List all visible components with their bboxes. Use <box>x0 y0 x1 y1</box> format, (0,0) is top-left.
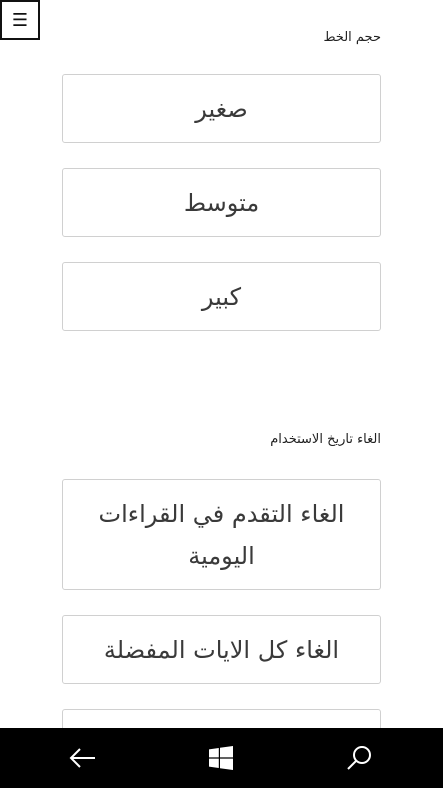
font-small-label: صغير <box>195 94 248 123</box>
menu-glyph: ☰ <box>11 9 29 31</box>
system-taskbar <box>0 728 443 788</box>
back-arrow-icon[interactable] <box>43 728 123 788</box>
reset-daily-readings-label: الغاء التقدم في القراءات اليومية <box>98 499 345 570</box>
font-medium-label: متوسط <box>183 188 260 217</box>
search-icon[interactable] <box>319 728 399 788</box>
font-small-button[interactable]: صغير <box>62 74 381 143</box>
settings-screen: ☰ حجم الخط صغير متوسط كبير الغاء تاريخ ا… <box>0 0 443 788</box>
font-size-label: حجم الخط <box>323 30 381 45</box>
clear-favorites-button[interactable]: الغاء كل الايات المفضلة <box>62 615 381 684</box>
clear-favorites-label: الغاء كل الايات المفضلة <box>103 635 340 664</box>
windows-logo-icon[interactable] <box>181 728 261 788</box>
hamburger-menu-icon[interactable]: ☰ <box>0 0 40 40</box>
clear-history-label: الغاء تاريخ الاستخدام <box>270 432 381 447</box>
font-medium-button[interactable]: متوسط <box>62 168 381 237</box>
font-large-button[interactable]: كبير <box>62 262 381 331</box>
reset-daily-readings-button[interactable]: الغاء التقدم في القراءات اليومية <box>62 479 381 590</box>
font-large-label: كبير <box>201 282 242 311</box>
